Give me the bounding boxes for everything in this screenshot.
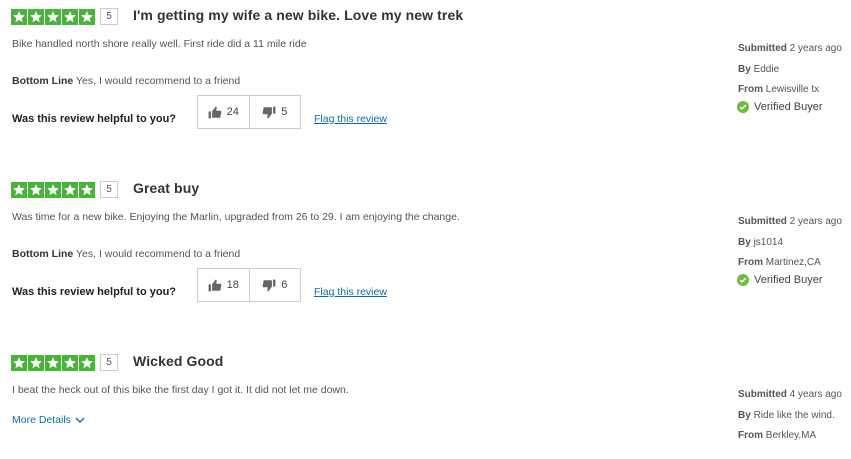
verified-label: Verified Buyer [754, 274, 823, 286]
location-value: Lewisville tx [765, 84, 820, 95]
thumbs-down-icon [262, 106, 276, 118]
up-vote-count: 18 [226, 279, 239, 291]
author-info: By Eddie [738, 64, 779, 75]
submitted-value: 2 years ago [789, 216, 842, 227]
more-details-link[interactable]: More Details [12, 414, 85, 426]
star-icon [79, 354, 95, 371]
vote-box: 24 5 [197, 95, 301, 129]
flag-review-link[interactable]: Flag this review [314, 286, 387, 298]
submitted-value: 4 years ago [789, 389, 842, 400]
review-body: Bike handled north shore really well. Fi… [12, 38, 307, 50]
review-body: I beat the heck out of this bike the fir… [12, 384, 349, 396]
author-info: By js1014 [738, 237, 783, 248]
star-icon [28, 354, 44, 371]
star-icon [45, 354, 61, 371]
from-label: From [738, 257, 763, 268]
helpful-question: Was this review helpful to you? [12, 286, 177, 298]
vote-box: 18 6 [197, 268, 301, 302]
star-icon [28, 8, 44, 25]
star-icon [62, 8, 78, 25]
author-name: js1014 [753, 237, 784, 248]
check-circle-icon [737, 101, 749, 113]
star-rating: 5 [11, 181, 118, 198]
by-label: By [738, 237, 751, 248]
thumbs-up-button[interactable]: 18 [198, 269, 249, 301]
down-vote-count: 5 [281, 106, 288, 118]
helpful-question: Was this review helpful to you? [12, 113, 177, 125]
verified-buyer-badge: Verified Buyer [737, 101, 822, 113]
bottom-line: Bottom Line Yes, I would recommend to a … [12, 75, 240, 87]
location-info: From Martinez,CA [738, 257, 821, 268]
verified-label: Verified Buyer [754, 101, 823, 113]
bottom-line-label: Bottom Line [12, 248, 74, 260]
submitted-label: Submitted [738, 389, 787, 400]
author-name: Eddie [753, 64, 780, 75]
flag-review-link[interactable]: Flag this review [314, 113, 387, 125]
verified-buyer-badge: Verified Buyer [737, 274, 822, 286]
thumbs-up-icon [208, 279, 221, 291]
from-label: From [738, 430, 763, 441]
star-icon [11, 8, 27, 25]
location-value: Berkley,MA [765, 430, 817, 441]
thumbs-up-button[interactable]: 24 [198, 96, 249, 128]
submitted-info: Submitted 2 years ago [738, 43, 842, 54]
rating-score: 5 [100, 8, 118, 25]
review-body: Was time for a new bike. Enjoying the Ma… [12, 211, 460, 223]
chevron-down-icon [75, 417, 85, 423]
thumbs-up-icon [208, 106, 221, 118]
star-icon [45, 8, 61, 25]
more-details-label: More Details [12, 414, 71, 426]
by-label: By [738, 64, 751, 75]
rating-score: 5 [100, 181, 118, 198]
down-vote-count: 6 [281, 279, 288, 291]
star-rating: 5 [11, 8, 118, 25]
bottom-line-label: Bottom Line [12, 75, 74, 87]
star-icon [11, 354, 27, 371]
star-icon [62, 181, 78, 198]
thumbs-down-button[interactable]: 5 [248, 96, 301, 128]
from-label: From [738, 84, 763, 95]
star-icon [79, 181, 95, 198]
star-icon [45, 181, 61, 198]
bottom-line-value: Yes, I would recommend to a friend [75, 75, 241, 87]
check-circle-icon [737, 274, 749, 286]
review-title: Wicked Good [133, 353, 224, 369]
star-icon [28, 181, 44, 198]
location-info: From Berkley,MA [738, 430, 816, 441]
rating-score: 5 [100, 354, 118, 371]
submitted-label: Submitted [738, 43, 787, 54]
by-label: By [738, 410, 751, 421]
submitted-info: Submitted 4 years ago [738, 389, 842, 400]
thumbs-down-icon [262, 279, 276, 291]
submitted-label: Submitted [738, 216, 787, 227]
bottom-line: Bottom Line Yes, I would recommend to a … [12, 248, 240, 260]
star-icon [62, 354, 78, 371]
review-title: I'm getting my wife a new bike. Love my … [133, 7, 464, 23]
submitted-value: 2 years ago [789, 43, 842, 54]
star-icon [79, 8, 95, 25]
up-vote-count: 24 [226, 106, 239, 118]
author-info: By Ride like the wind. [738, 410, 835, 421]
star-rating: 5 [11, 354, 118, 371]
bottom-line-value: Yes, I would recommend to a friend [75, 248, 241, 260]
star-icon [11, 181, 27, 198]
submitted-info: Submitted 2 years ago [738, 216, 842, 227]
review-title: Great buy [133, 180, 200, 196]
thumbs-down-button[interactable]: 6 [248, 269, 301, 301]
author-name: Ride like the wind. [753, 410, 835, 421]
location-info: From Lewisville tx [738, 84, 819, 95]
location-value: Martinez,CA [765, 257, 821, 268]
